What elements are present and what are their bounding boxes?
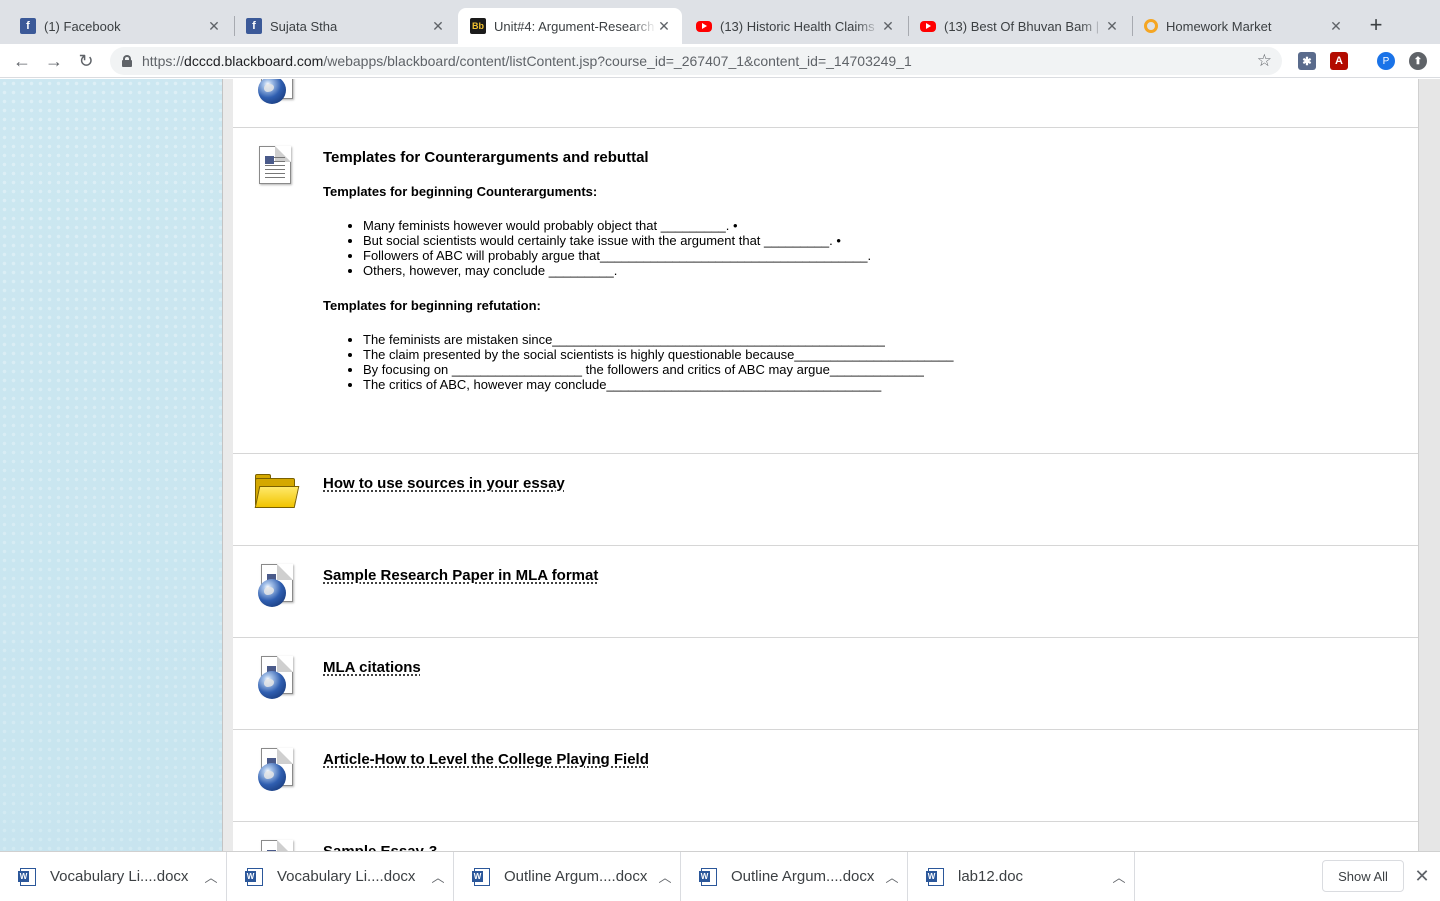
web-link-icon xyxy=(253,748,295,791)
list-item-article: Article-How to Level the College Playing… xyxy=(233,729,1419,821)
list-item-previous xyxy=(233,79,1419,127)
word-document-icon xyxy=(699,867,717,886)
close-icon[interactable]: ✕ xyxy=(206,18,222,34)
content-list: Templates for Counterarguments and rebut… xyxy=(233,79,1419,851)
left-background xyxy=(0,79,222,851)
browser-toolbar: ← → ↻ https://dcccd.blackboard.com/webap… xyxy=(0,44,1440,78)
close-icon[interactable]: ✕ xyxy=(430,18,446,34)
item-description: Templates for beginning Counterarguments… xyxy=(323,184,1323,412)
page-viewport: Templates for Counterarguments and rebut… xyxy=(0,79,1440,851)
download-bar: Vocabulary Li....docx ︿ Vocabulary Li...… xyxy=(0,851,1440,901)
tab-unit4-argument-research[interactable]: Bb Unit#4: Argument-Research ✕ xyxy=(458,8,682,44)
download-item[interactable]: lab12.doc ︿ xyxy=(908,852,1135,901)
web-link-icon xyxy=(253,564,295,607)
item-link[interactable]: Sample Research Paper in MLA format xyxy=(323,567,598,584)
download-filename: Outline Argum....docx xyxy=(731,868,875,885)
chevron-up-icon[interactable]: ︿ xyxy=(196,867,226,886)
web-link-icon xyxy=(253,79,295,104)
tab-strip: f (1) Facebook ✕ f Sujata Stha ✕ Bb Unit… xyxy=(0,0,1440,44)
word-document-icon xyxy=(18,867,36,886)
download-item[interactable]: Vocabulary Li....docx ︿ xyxy=(0,852,227,901)
list-item: The claim presented by the social scient… xyxy=(363,347,1323,362)
tab-title: Sujata Stha xyxy=(270,18,338,34)
item-link[interactable]: Sample Essay-3 xyxy=(323,843,437,851)
chevron-up-icon[interactable]: ︿ xyxy=(877,867,907,886)
item-link[interactable]: MLA citations xyxy=(323,659,421,676)
list-item-templates: Templates for Counterarguments and rebut… xyxy=(233,127,1419,453)
forward-button[interactable]: → xyxy=(42,49,66,73)
list-item: The feminists are mistaken since________… xyxy=(363,332,1323,347)
facebook-icon: f xyxy=(246,18,262,34)
adobe-acrobat-icon[interactable]: A xyxy=(1330,52,1348,70)
download-item[interactable]: Outline Argum....docx ︿ xyxy=(681,852,908,901)
folder-icon xyxy=(253,472,300,514)
tab-title: (13) Best Of Bhuvan Bam | B xyxy=(944,18,1104,34)
list-item: Followers of ABC will probably argue tha… xyxy=(363,248,1323,263)
web-link-icon xyxy=(253,656,295,699)
show-all-button[interactable]: Show All xyxy=(1322,860,1404,892)
section-heading: Templates for beginning Counterarguments… xyxy=(323,184,598,199)
lock-icon[interactable] xyxy=(122,55,132,67)
extension-upload-icon[interactable]: ⬆ xyxy=(1409,52,1427,70)
bookmark-star-icon[interactable]: ☆ xyxy=(1257,51,1272,71)
document-icon xyxy=(253,146,295,188)
profile-avatar[interactable]: P xyxy=(1377,52,1395,70)
item-link[interactable]: How to use sources in your essay xyxy=(323,475,565,492)
counterarguments-list: Many feminists however would probably ob… xyxy=(363,218,1323,278)
word-document-icon xyxy=(472,867,490,886)
close-icon[interactable]: ✕ xyxy=(1413,867,1431,885)
download-filename: lab12.doc xyxy=(958,868,1024,885)
download-item[interactable]: Outline Argum....docx ︿ xyxy=(454,852,681,901)
close-icon[interactable]: ✕ xyxy=(1104,18,1120,34)
tab-title: Unit#4: Argument-Research xyxy=(494,18,655,34)
extension-puzzle-icon[interactable]: ✱ xyxy=(1298,52,1316,70)
tab-title: (13) Historic Health Claims xyxy=(720,18,875,34)
download-filename: Vocabulary Li....docx xyxy=(277,868,416,885)
refutation-list: The feminists are mistaken since________… xyxy=(363,332,1323,392)
youtube-icon xyxy=(696,20,712,32)
list-item-mla-citations: MLA citations xyxy=(233,637,1419,729)
blackboard-icon: Bb xyxy=(470,18,486,34)
tab-sujata-stha[interactable]: f Sujata Stha ✕ xyxy=(234,8,456,44)
word-document-icon xyxy=(926,867,944,886)
chevron-up-icon[interactable]: ︿ xyxy=(650,867,680,886)
youtube-icon xyxy=(920,20,936,32)
web-link-icon xyxy=(253,840,295,851)
tab-best-of-bhuvan-bam[interactable]: (13) Best Of Bhuvan Bam | B ✕ xyxy=(908,8,1130,44)
address-url[interactable]: https://dcccd.blackboard.com/webapps/bla… xyxy=(142,53,912,69)
download-filename: Vocabulary Li....docx xyxy=(50,868,189,885)
list-item: But social scientists would certainly ta… xyxy=(363,233,1323,248)
close-icon[interactable]: ✕ xyxy=(656,18,672,34)
new-tab-button[interactable]: + xyxy=(1364,14,1388,38)
close-icon[interactable]: ✕ xyxy=(880,18,896,34)
homework-market-icon xyxy=(1144,19,1158,33)
list-item: The critics of ABC, however may conclude… xyxy=(363,377,1323,392)
facebook-icon: f xyxy=(20,18,36,34)
word-document-icon xyxy=(245,867,263,886)
chevron-up-icon[interactable]: ︿ xyxy=(423,867,453,886)
list-item-sample-essay: Sample Essay-3 xyxy=(233,821,1419,851)
item-title: Templates for Counterarguments and rebut… xyxy=(323,149,649,166)
reload-button[interactable]: ↻ xyxy=(74,49,98,73)
item-link[interactable]: Article-How to Level the College Playing… xyxy=(323,751,649,768)
list-item: Many feminists however would probably ob… xyxy=(363,218,1323,233)
close-icon[interactable]: ✕ xyxy=(1328,18,1344,34)
content-frame: Templates for Counterarguments and rebut… xyxy=(222,79,1440,851)
tab-title: Homework Market xyxy=(1166,18,1272,34)
download-filename: Outline Argum....docx xyxy=(504,868,648,885)
list-item: Others, however, may conclude _________. xyxy=(363,263,1323,278)
section-heading: Templates for beginning refutation: xyxy=(323,298,541,313)
back-button[interactable]: ← xyxy=(10,49,34,73)
chevron-up-icon[interactable]: ︿ xyxy=(1104,867,1134,886)
address-bar[interactable]: https://dcccd.blackboard.com/webapps/bla… xyxy=(110,47,1282,75)
download-item[interactable]: Vocabulary Li....docx ︿ xyxy=(227,852,454,901)
tab-historic-health-claims[interactable]: (13) Historic Health Claims ✕ xyxy=(684,8,906,44)
list-item-sources: How to use sources in your essay xyxy=(233,453,1419,545)
list-item-sample-research-paper: Sample Research Paper in MLA format xyxy=(233,545,1419,637)
tab-facebook[interactable]: f (1) Facebook ✕ xyxy=(8,8,232,44)
list-item: By focusing on __________________ the fo… xyxy=(363,362,1323,377)
tab-title: (1) Facebook xyxy=(44,18,121,34)
tab-homework-market[interactable]: Homework Market ✕ xyxy=(1132,8,1354,44)
scrollbar[interactable] xyxy=(1418,79,1440,851)
